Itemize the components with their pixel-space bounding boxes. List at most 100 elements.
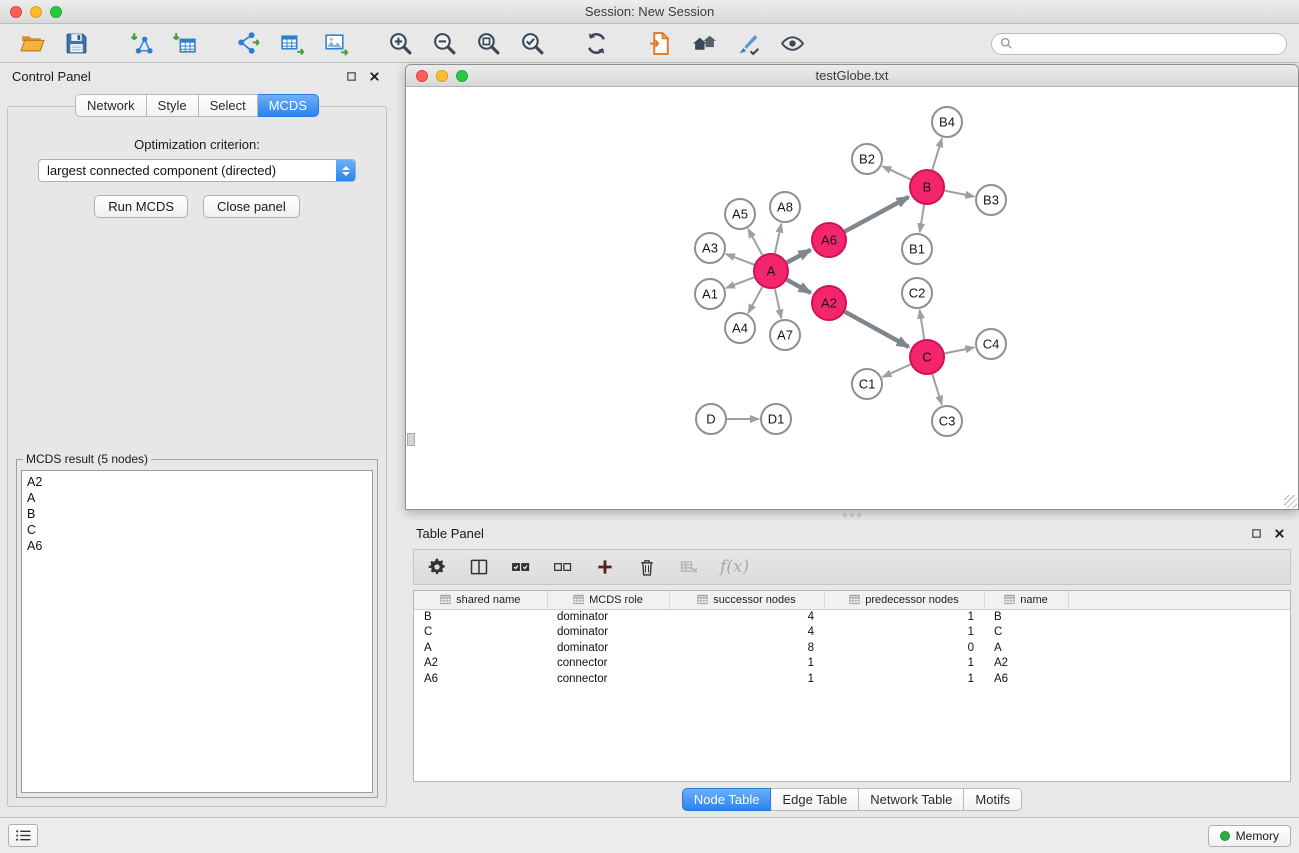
edge-A-A4[interactable] [748,287,762,313]
node-C[interactable]: C [910,340,944,374]
network-window-resize-grip[interactable] [1284,495,1297,508]
task-history-button[interactable] [8,824,38,847]
function-builder-button[interactable]: f(x) [720,557,749,577]
edge-A2-C[interactable] [845,312,909,347]
zoom-fit-button[interactable] [468,28,508,59]
edge-A6-B[interactable] [845,197,909,231]
tab-mcds[interactable]: MCDS [258,94,319,117]
tab-edge-table[interactable]: Edge Table [771,788,859,811]
table-cell[interactable]: 8 [669,640,824,656]
column-header-successor-nodes[interactable]: successor nodes [669,591,824,609]
edge-A-A6[interactable] [787,250,811,263]
apply-style-button[interactable] [728,28,768,59]
select-all-columns-button[interactable] [510,556,532,578]
edge-A-A3[interactable] [726,254,754,265]
node-D1[interactable]: D1 [761,404,791,434]
tab-network-table[interactable]: Network Table [859,788,964,811]
edge-C-C1[interactable] [883,364,911,377]
edge-C-C2[interactable] [920,310,925,339]
table-cell[interactable]: B [414,609,547,625]
table-cell[interactable]: A2 [414,656,547,672]
table-row[interactable]: Adominator80A [414,640,1290,656]
table-cell[interactable]: 1 [824,671,984,687]
table-cell[interactable]: 1 [824,609,984,625]
node-B1[interactable]: B1 [902,234,932,264]
table-cell[interactable]: A6 [984,671,1068,687]
run-mcds-button[interactable]: Run MCDS [94,195,188,218]
table-cell[interactable]: dominator [547,625,669,641]
node-A[interactable]: A [754,254,788,288]
node-A4[interactable]: A4 [725,313,755,343]
close-table-panel-icon[interactable] [1274,528,1285,539]
tab-motifs[interactable]: Motifs [964,788,1022,811]
close-window-button[interactable] [10,6,22,18]
create-column-button[interactable] [594,556,616,578]
node-C3[interactable]: C3 [932,406,962,436]
show-graphics-details-button[interactable] [772,28,812,59]
import-table-button[interactable] [164,28,204,59]
node-A6[interactable]: A6 [812,223,846,257]
close-panel-icon[interactable] [369,71,380,82]
node-C1[interactable]: C1 [852,369,882,399]
node-A1[interactable]: A1 [695,279,725,309]
node-C2[interactable]: C2 [902,278,932,308]
zoom-selected-button[interactable] [512,28,552,59]
table-row[interactable]: A6connector11A6 [414,671,1290,687]
node-B2[interactable]: B2 [852,144,882,174]
unselect-all-columns-button[interactable] [552,556,574,578]
table-cell[interactable]: 0 [824,640,984,656]
mcds-result-item[interactable]: C [27,522,367,538]
node-A8[interactable]: A8 [770,192,800,222]
table-cell[interactable]: 4 [669,609,824,625]
column-header-shared-name[interactable]: shared name [414,591,547,609]
node-A5[interactable]: A5 [725,199,755,229]
edge-B-B1[interactable] [920,205,924,232]
table-cell[interactable]: dominator [547,640,669,656]
edge-A-A2[interactable] [787,280,811,293]
node-A2[interactable]: A2 [812,286,846,320]
table-cell[interactable]: 1 [824,625,984,641]
search-field[interactable] [991,33,1287,55]
table-cell[interactable]: A [984,640,1068,656]
save-session-button[interactable] [56,28,96,59]
column-header-MCDS-role[interactable]: MCDS role [547,591,669,609]
table-cell[interactable]: B [984,609,1068,625]
table-row[interactable]: Bdominator41B [414,609,1290,625]
dropdown-stepper-icon[interactable] [336,160,355,181]
table-settings-button[interactable] [426,556,448,578]
home-layout-button[interactable] [684,28,724,59]
minimize-network-window-button[interactable] [436,70,448,82]
node-A7[interactable]: A7 [770,320,800,350]
criterion-dropdown[interactable]: largest connected component (directed) [38,159,356,182]
float-panel-icon[interactable] [346,71,357,82]
table-cell[interactable]: connector [547,671,669,687]
edge-C-C3[interactable] [932,374,942,405]
mcds-result-item[interactable]: B [27,506,367,522]
refresh-layout-button[interactable] [576,28,616,59]
edge-A-A8[interactable] [775,224,782,254]
mcds-result-item[interactable]: A [27,490,367,506]
node-B3[interactable]: B3 [976,185,1006,215]
table-row[interactable]: Cdominator41C [414,625,1290,641]
table-cell[interactable]: C [414,625,547,641]
import-network-button[interactable] [120,28,160,59]
tab-node-table[interactable]: Node Table [682,788,772,811]
table-cell[interactable]: A2 [984,656,1068,672]
table-cell[interactable]: 4 [669,625,824,641]
edge-B-B2[interactable] [882,166,910,179]
table-cell[interactable]: 1 [669,671,824,687]
mcds-result-item[interactable]: A2 [27,474,367,490]
close-network-window-button[interactable] [416,70,428,82]
table-cell[interactable]: 1 [669,656,824,672]
edge-A-A7[interactable] [775,289,782,319]
node-D[interactable]: D [696,404,726,434]
float-table-panel-icon[interactable] [1251,528,1262,539]
table-cell[interactable]: connector [547,656,669,672]
memory-button[interactable]: Memory [1208,825,1291,847]
zoom-window-button[interactable] [50,6,62,18]
table-cell[interactable]: C [984,625,1068,641]
tab-select[interactable]: Select [199,94,258,117]
first-neighbors-button[interactable] [640,28,680,59]
zoom-network-window-button[interactable] [456,70,468,82]
export-table-button[interactable] [272,28,312,59]
